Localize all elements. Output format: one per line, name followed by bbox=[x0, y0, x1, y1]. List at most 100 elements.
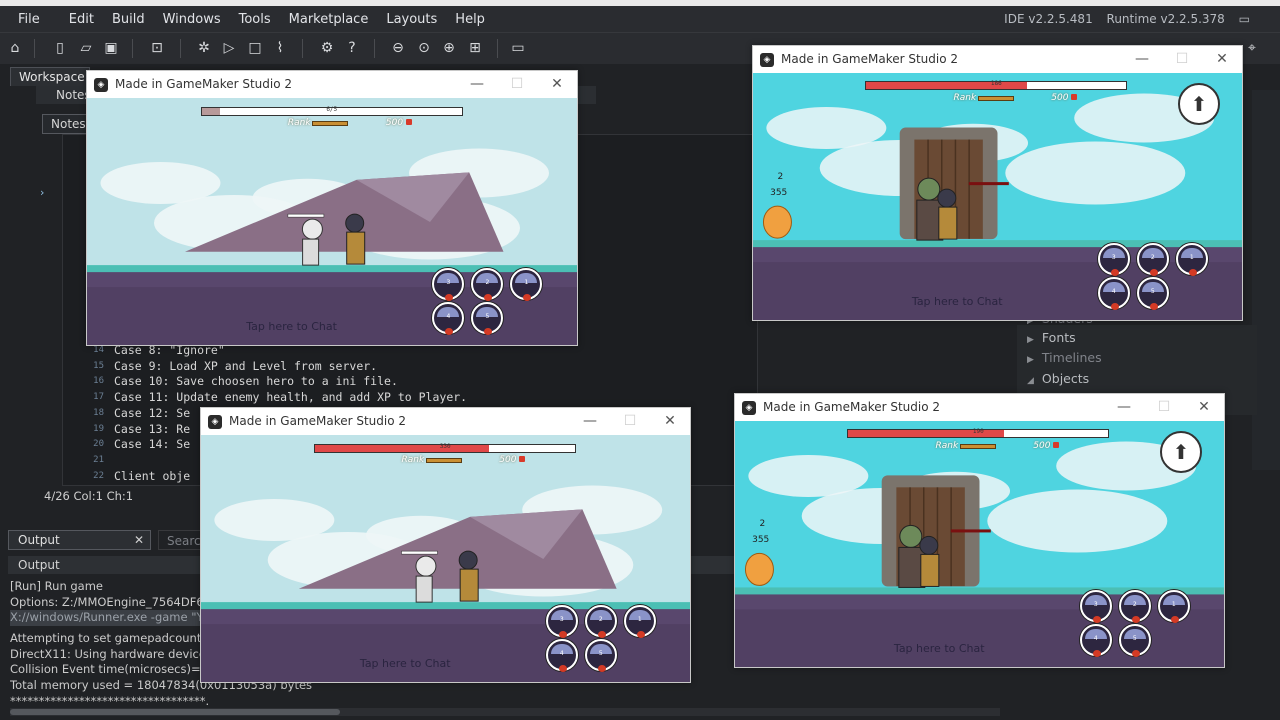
jump-up-button[interactable]: ⬆ bbox=[1178, 83, 1220, 125]
skill-button[interactable]: 1 bbox=[1175, 243, 1208, 277]
skill-button[interactable]: 5 bbox=[1136, 277, 1169, 311]
menu-help[interactable]: Help bbox=[446, 12, 494, 27]
minimize-button[interactable]: — bbox=[570, 408, 610, 435]
game-canvas[interactable]: 186 Rank 500 ⬆ 2 355 3 2 1 4 5 Tap here to Chat bbox=[753, 73, 1242, 320]
game-canvas[interactable]: 190 Rank 500 ⬆ 2 355 3 2 1 4 5 Tap here to Chat bbox=[735, 421, 1224, 667]
maximize-button[interactable]: ☐ bbox=[1144, 394, 1184, 421]
version-info: IDE v2.2.5.481 Runtime v2.2.5.378 ▭ bbox=[994, 6, 1250, 32]
skill-button[interactable]: 4 bbox=[545, 639, 578, 673]
window-titlebar[interactable]: ◈ Made in GameMaker Studio 2 — ☐ ✕ bbox=[735, 394, 1224, 421]
game-window[interactable]: ◈ Made in GameMaker Studio 2 — ☐ ✕ 186 Ra… bbox=[752, 45, 1243, 321]
skill-button[interactable]: 1 bbox=[1157, 590, 1190, 624]
game-canvas[interactable]: 330 Rank 500 3 2 1 4 5 Tap here to Chat bbox=[201, 435, 690, 682]
menu-tools[interactable]: Tools bbox=[230, 12, 280, 27]
run-icon[interactable]: ▷ bbox=[219, 38, 239, 58]
menu-edit[interactable]: Edit bbox=[60, 12, 103, 27]
window-titlebar[interactable]: ◈ Made in GameMaker Studio 2 — ☐ ✕ bbox=[87, 71, 577, 98]
menu-marketplace[interactable]: Marketplace bbox=[280, 12, 378, 27]
chat-prompt[interactable]: Tap here to Chat bbox=[360, 657, 451, 670]
tab-workspace[interactable]: Workspace bbox=[10, 67, 90, 86]
window-titlebar[interactable]: ◈ Made in GameMaker Studio 2 — ☐ ✕ bbox=[753, 46, 1242, 73]
tab-output[interactable]: Output ✕ bbox=[8, 530, 151, 550]
settings-icon[interactable]: ⚙ bbox=[317, 38, 337, 58]
zoom-out-icon[interactable]: ⊖ bbox=[388, 38, 408, 58]
maximize-button[interactable]: ☐ bbox=[610, 408, 650, 435]
chat-prompt[interactable]: Tap here to Chat bbox=[894, 642, 985, 655]
horizontal-scrollbar[interactable] bbox=[10, 708, 1000, 716]
chevron-down-icon: ◢ bbox=[1027, 376, 1034, 386]
code-text: Case 11: Update enemy health, and add XP… bbox=[114, 390, 468, 405]
enemy-hp-bar bbox=[287, 213, 325, 218]
code-text: Case 10: Save choosen hero to a ini file… bbox=[114, 374, 398, 389]
skill-button[interactable]: 2 bbox=[584, 605, 617, 639]
resource-label: Fonts bbox=[1041, 330, 1076, 345]
skill-button[interactable]: 3 bbox=[1097, 243, 1130, 277]
save-icon[interactable]: ▣ bbox=[101, 38, 121, 58]
resource-objects[interactable]: ◢ Objects bbox=[1027, 371, 1089, 386]
home-icon[interactable]: ⌂ bbox=[5, 38, 25, 58]
skill-button[interactable]: 4 bbox=[1097, 277, 1130, 311]
rank-progress-bar bbox=[425, 458, 462, 463]
menu-layouts[interactable]: Layouts bbox=[377, 12, 446, 27]
open-project-icon[interactable]: ▱ bbox=[76, 38, 96, 58]
skill-button[interactable]: 4 bbox=[1079, 624, 1112, 658]
close-icon[interactable]: ✕ bbox=[134, 531, 144, 550]
game-canvas[interactable]: 6/5 Rank 500 3 2 1 4 5 Tap here to Chat bbox=[87, 98, 577, 345]
minimize-button[interactable]: — bbox=[1122, 46, 1162, 73]
stop-icon[interactable]: □ bbox=[245, 38, 265, 58]
skill-button[interactable]: 2 bbox=[1118, 590, 1151, 624]
skill-button[interactable]: 5 bbox=[1118, 624, 1151, 658]
debug-icon[interactable]: ✲ bbox=[194, 38, 214, 58]
game-scene bbox=[735, 421, 1224, 667]
resource-timelines[interactable]: ▶ Timelines bbox=[1027, 350, 1102, 365]
skill-button[interactable]: 3 bbox=[1079, 590, 1112, 624]
health-value: 330 bbox=[439, 443, 451, 450]
window-titlebar[interactable]: ◈ Made in GameMaker Studio 2 — ☐ ✕ bbox=[201, 408, 690, 435]
zoom-in-icon[interactable]: ⊕ bbox=[439, 38, 459, 58]
skill-button[interactable]: 5 bbox=[584, 639, 617, 673]
code-line: 15 Case 9: Load XP and Level from server. bbox=[92, 359, 512, 375]
skill-button[interactable]: 2 bbox=[1136, 243, 1169, 277]
gold-icon bbox=[519, 456, 526, 462]
game-window[interactable]: ◈ Made in GameMaker Studio 2 — ☐ ✕ 6/5 Ra… bbox=[86, 70, 578, 346]
close-button[interactable]: ✕ bbox=[650, 408, 690, 435]
toolbar-separator bbox=[180, 39, 181, 58]
close-button[interactable]: ✕ bbox=[537, 71, 577, 98]
create-executable-icon[interactable]: ⊡ bbox=[147, 38, 167, 58]
menu-build[interactable]: Build bbox=[103, 12, 154, 27]
hero-head bbox=[919, 535, 939, 555]
expand-arrow-icon[interactable]: › bbox=[40, 186, 44, 199]
chat-icon[interactable]: ▭ bbox=[1239, 12, 1250, 26]
minimize-button[interactable]: — bbox=[457, 71, 497, 98]
game-window[interactable]: ◈ Made in GameMaker Studio 2 — ☐ ✕ 190 Ra… bbox=[734, 393, 1225, 668]
game-window[interactable]: ◈ Made in GameMaker Studio 2 — ☐ ✕ 330 Ra… bbox=[200, 407, 691, 683]
line-number: 20 bbox=[93, 439, 104, 450]
zoom-fit-icon[interactable]: ⊞ bbox=[465, 38, 485, 58]
tab-notes[interactable]: Notes bbox=[42, 114, 88, 134]
chat-prompt[interactable]: Tap here to Chat bbox=[246, 320, 337, 333]
ground-shade bbox=[87, 287, 577, 345]
jump-up-button[interactable]: ⬆ bbox=[1160, 431, 1202, 473]
chat-prompt[interactable]: Tap here to Chat bbox=[912, 295, 1003, 308]
clean-icon[interactable]: ⌇ bbox=[270, 38, 290, 58]
game-scene bbox=[753, 73, 1242, 320]
target-icon[interactable]: ⌖ bbox=[1242, 38, 1262, 58]
screen-icon[interactable]: ▭ bbox=[508, 38, 528, 58]
menu-windows[interactable]: Windows bbox=[154, 12, 230, 27]
help-icon[interactable]: ? bbox=[342, 38, 362, 58]
maximize-button[interactable]: ☐ bbox=[1162, 46, 1202, 73]
close-button[interactable]: ✕ bbox=[1184, 394, 1224, 421]
skill-button[interactable]: 3 bbox=[545, 605, 578, 639]
resource-fonts[interactable]: ▶ Fonts bbox=[1027, 330, 1076, 345]
new-project-icon[interactable]: ▯ bbox=[50, 38, 70, 58]
skill-button[interactable]: 1 bbox=[623, 605, 656, 639]
orc-enemy bbox=[917, 177, 941, 201]
scrollbar-thumb[interactable] bbox=[10, 709, 340, 715]
close-button[interactable]: ✕ bbox=[1202, 46, 1242, 73]
minimize-button[interactable]: — bbox=[1104, 394, 1144, 421]
zoom-reset-icon[interactable]: ⊙ bbox=[414, 38, 434, 58]
menu-file[interactable]: File bbox=[0, 12, 60, 27]
resource-label: Timelines bbox=[1041, 350, 1102, 365]
maximize-button[interactable]: ☐ bbox=[497, 71, 537, 98]
skill-number: 1 bbox=[1189, 254, 1194, 262]
